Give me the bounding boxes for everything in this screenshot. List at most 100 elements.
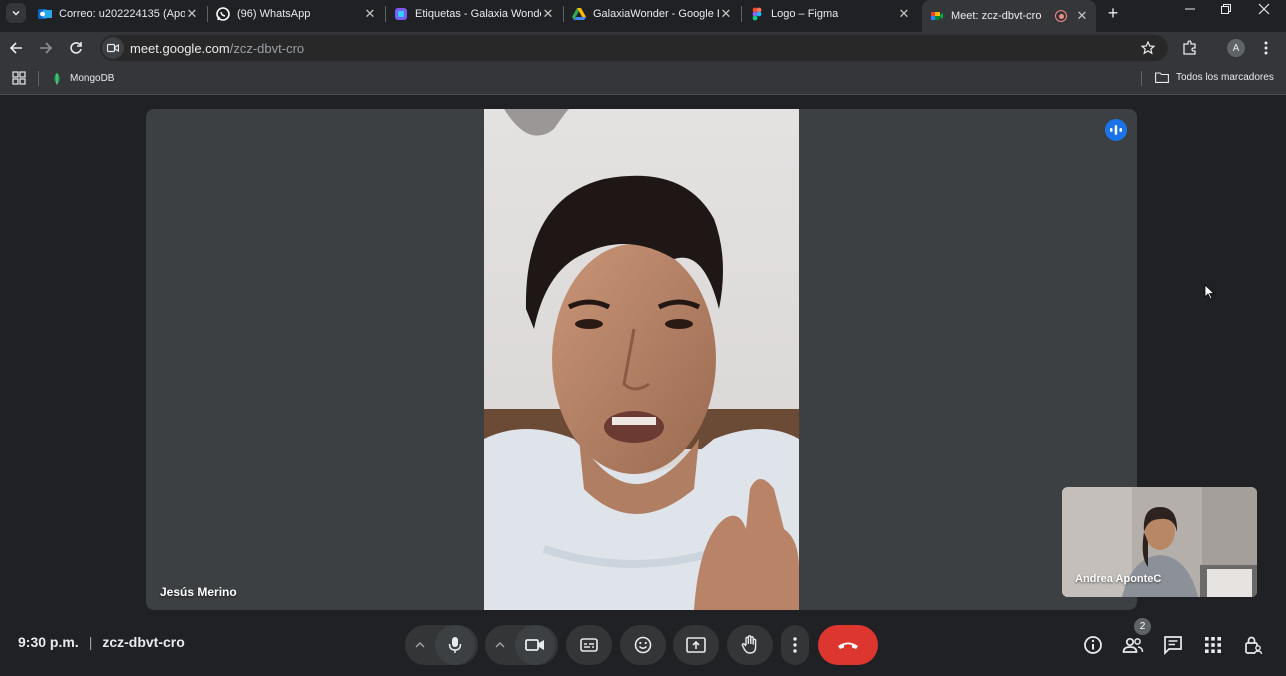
main-participant-tile[interactable]: Jesús Merino bbox=[146, 109, 1137, 610]
tab-title: Logo – Figma bbox=[771, 8, 839, 20]
captions-button[interactable] bbox=[566, 625, 612, 665]
site-camera-icon[interactable] bbox=[102, 37, 124, 59]
browser-toolbar: meet.google.com/zcz-dbvt-cro A bbox=[0, 32, 1286, 64]
outlook-icon bbox=[38, 7, 52, 21]
reload-button[interactable] bbox=[67, 39, 85, 57]
back-button[interactable] bbox=[7, 39, 25, 57]
close-icon[interactable]: ✕ bbox=[185, 6, 199, 21]
meet-icon bbox=[930, 9, 944, 23]
tab-etiquetas[interactable]: Etiquetas - Galaxia Wonder ✕ bbox=[386, 0, 562, 28]
meeting-details: 9:30 p.m. | zcz-dbvt-cro bbox=[18, 634, 185, 650]
tab-google-drive[interactable]: GalaxiaWonder - Google D ✕ bbox=[564, 0, 740, 28]
self-participant-name: Andrea AponteC bbox=[1075, 573, 1162, 585]
chat-icon bbox=[1164, 636, 1182, 655]
star-icon bbox=[1141, 41, 1155, 55]
restore-button[interactable] bbox=[1216, 3, 1236, 21]
present-to-all-icon bbox=[686, 637, 706, 653]
tab-whatsapp[interactable]: (96) WhatsApp ✕ bbox=[208, 0, 384, 28]
meeting-code: zcz-dbvt-cro bbox=[102, 634, 185, 650]
tab-title: (96) WhatsApp bbox=[237, 8, 311, 20]
tab-title: Etiquetas - Galaxia Wonder bbox=[415, 8, 541, 20]
participant-video bbox=[484, 109, 799, 610]
google-drive-icon bbox=[572, 7, 586, 21]
folder-icon bbox=[1155, 72, 1169, 83]
leave-call-button[interactable] bbox=[818, 625, 878, 665]
url-text: meet.google.com/zcz-dbvt-cro bbox=[130, 41, 304, 56]
tab-figma[interactable]: Logo – Figma ✕ bbox=[742, 0, 918, 28]
meet-controls-bar: 9:30 p.m. | zcz-dbvt-cro 2 bbox=[0, 612, 1286, 676]
apps-grid-icon bbox=[1205, 637, 1221, 653]
apps-button[interactable] bbox=[12, 71, 26, 85]
minimize-button[interactable] bbox=[1180, 3, 1200, 21]
reactions-button[interactable] bbox=[620, 625, 666, 665]
tab-search-button[interactable] bbox=[6, 3, 26, 23]
close-icon[interactable]: ✕ bbox=[1075, 8, 1089, 23]
chat-button[interactable] bbox=[1162, 634, 1184, 656]
new-tab-button[interactable]: + bbox=[1104, 4, 1122, 22]
emoji-icon bbox=[634, 636, 652, 654]
tab-meet[interactable]: Meet: zcz-dbvt-cro ✕ bbox=[922, 0, 1096, 32]
bookmark-star-button[interactable] bbox=[1139, 39, 1157, 57]
close-icon[interactable]: ✕ bbox=[363, 6, 377, 21]
browser-menu-button[interactable] bbox=[1257, 39, 1275, 57]
microphone-button[interactable] bbox=[435, 625, 475, 665]
arrow-left-icon bbox=[9, 42, 22, 54]
videocam-icon bbox=[525, 639, 544, 651]
chevron-up-icon bbox=[495, 642, 505, 648]
audio-options-button[interactable] bbox=[405, 625, 435, 665]
more-vert-icon bbox=[793, 637, 797, 653]
more-options-button[interactable] bbox=[781, 625, 809, 665]
recording-icon bbox=[1055, 10, 1067, 22]
tab-outlook[interactable]: Correo: u202224135 (Apon ✕ bbox=[30, 0, 206, 28]
window-close-button[interactable] bbox=[1254, 3, 1274, 21]
close-icon[interactable]: ✕ bbox=[719, 6, 733, 21]
bookmark-divider bbox=[38, 71, 39, 86]
all-bookmarks-label: Todos los marcadores bbox=[1176, 72, 1274, 83]
address-bar[interactable]: meet.google.com/zcz-dbvt-cro bbox=[100, 35, 1168, 61]
url-path: /zcz-dbvt-cro bbox=[229, 40, 305, 56]
extensions-button[interactable] bbox=[1181, 39, 1199, 57]
figma-icon bbox=[750, 7, 764, 21]
call-end-icon bbox=[838, 642, 858, 649]
bookmarks-bar: MongoDB Todos los marcadores bbox=[0, 64, 1286, 95]
current-time: 9:30 p.m. bbox=[18, 634, 79, 650]
chevron-up-icon bbox=[415, 642, 425, 648]
meeting-info-button[interactable] bbox=[1082, 634, 1104, 656]
present-screen-button[interactable] bbox=[673, 625, 719, 665]
meet-stage: Jesús Merino Andrea AponteC bbox=[0, 95, 1286, 676]
bookmark-mongodb[interactable]: MongoDB bbox=[51, 72, 114, 85]
close-icon[interactable]: ✕ bbox=[541, 6, 555, 21]
puzzle-icon bbox=[1183, 40, 1196, 55]
raise-hand-button[interactable] bbox=[727, 625, 773, 665]
restore-icon bbox=[1221, 4, 1231, 14]
close-icon bbox=[1258, 3, 1270, 15]
reload-icon bbox=[70, 42, 82, 54]
self-view-tile[interactable]: Andrea AponteC bbox=[1062, 487, 1257, 597]
main-participant-name: Jesús Merino bbox=[160, 585, 237, 599]
bookmark-label: MongoDB bbox=[70, 73, 115, 84]
people-button[interactable] bbox=[1122, 634, 1144, 656]
host-controls-button[interactable] bbox=[1242, 634, 1264, 656]
camera-button[interactable] bbox=[515, 625, 555, 665]
profile-avatar[interactable]: A bbox=[1227, 39, 1245, 57]
people-icon bbox=[1122, 637, 1144, 653]
tab-title: GalaxiaWonder - Google D bbox=[593, 8, 719, 20]
activities-button[interactable] bbox=[1202, 634, 1224, 656]
forward-button[interactable] bbox=[37, 39, 55, 57]
arrow-right-icon bbox=[40, 42, 53, 54]
lock-person-icon bbox=[1245, 636, 1263, 655]
mongodb-leaf-icon bbox=[54, 72, 60, 85]
tab-title: Meet: zcz-dbvt-cro bbox=[951, 10, 1042, 22]
tab-strip: Correo: u202224135 (Apon ✕ (96) WhatsApp… bbox=[0, 0, 1286, 32]
all-bookmarks-button[interactable]: Todos los marcadores bbox=[1155, 72, 1274, 83]
minimize-icon bbox=[1185, 8, 1195, 10]
bookmark-divider bbox=[1141, 71, 1142, 86]
hand-icon bbox=[741, 635, 757, 654]
camera-control-group bbox=[485, 625, 558, 665]
url-host: meet.google.com bbox=[130, 40, 230, 56]
close-icon[interactable]: ✕ bbox=[897, 6, 911, 21]
app-icon bbox=[394, 7, 408, 21]
details-separator: | bbox=[88, 634, 93, 650]
speaking-indicator-icon bbox=[1105, 119, 1127, 141]
video-options-button[interactable] bbox=[485, 625, 515, 665]
